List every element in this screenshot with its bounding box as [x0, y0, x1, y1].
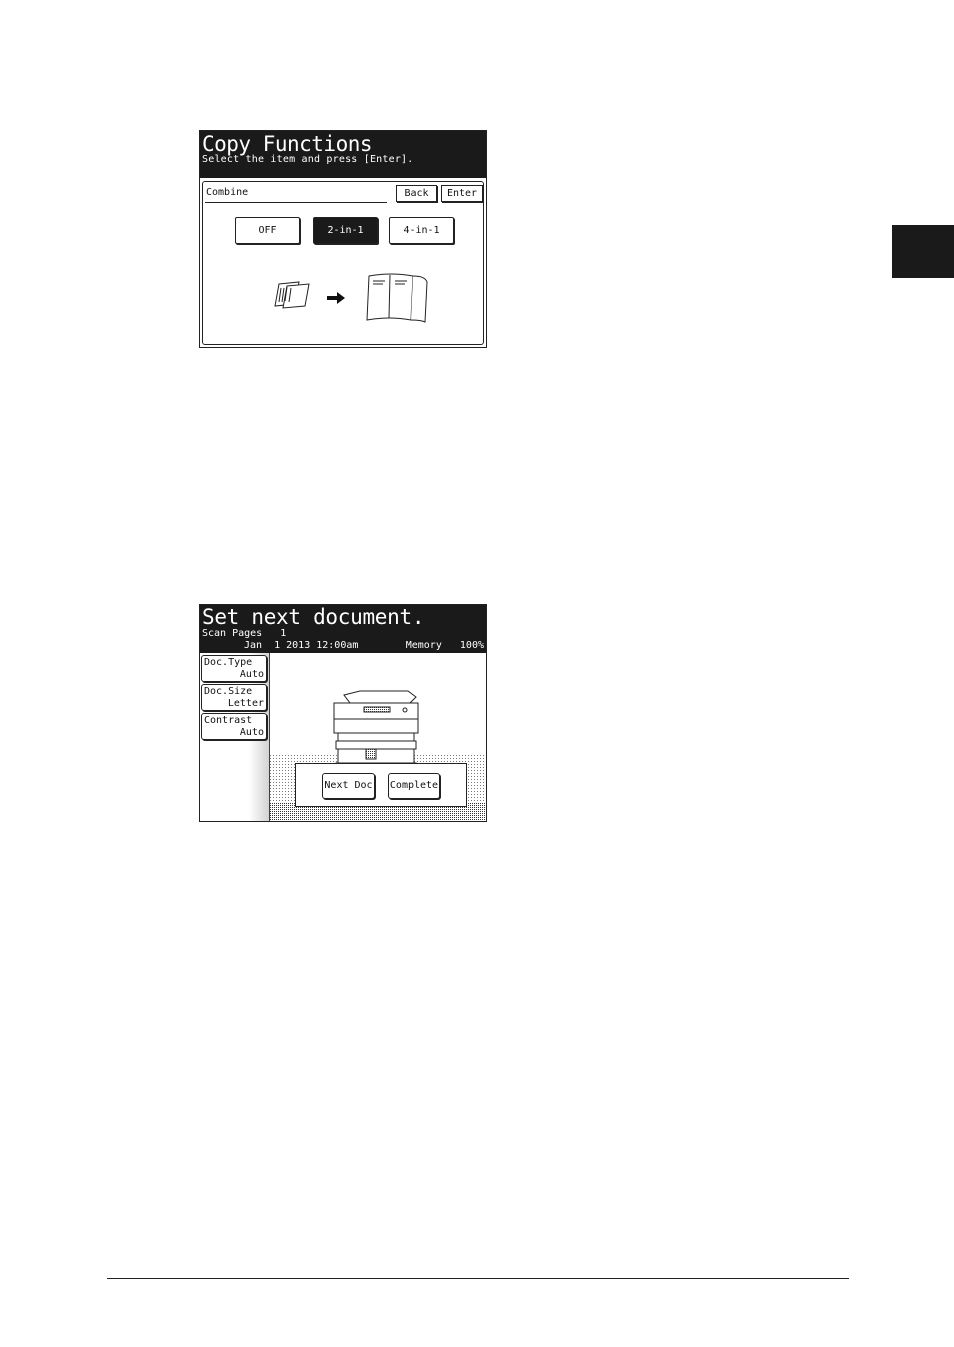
settings-sidebar: Doc.Type Auto Doc.Size Letter Contrast A…: [200, 653, 270, 821]
contrast-label: Contrast: [204, 715, 253, 726]
scan-pages-line: Scan Pages 1: [202, 628, 286, 640]
chapter-tab: [892, 225, 954, 278]
memory-value: 100%: [459, 640, 484, 651]
doc-size-label: Doc.Size: [204, 686, 253, 697]
screen-instruction: Select the item and press [Enter].: [202, 154, 414, 165]
contrast-button[interactable]: Contrast Auto: [201, 713, 267, 740]
contrast-value: Auto: [239, 727, 264, 738]
next-doc-button[interactable]: Next Doc: [322, 773, 375, 799]
combine-illustration: [274, 273, 428, 323]
copy-functions-screen: Copy Functions Select the item and press…: [199, 130, 487, 348]
field-underline: [205, 202, 387, 203]
next-doc-dialog: Next Doc Complete: [295, 763, 467, 807]
screen-header: Copy Functions Select the item and press…: [200, 131, 486, 178]
datetime-text: Jan 1 2013 12:00am: [244, 640, 359, 651]
screen-header: Set next document. Scan Pages 1 Jan 1 20…: [200, 605, 486, 653]
option-off-button[interactable]: OFF: [235, 217, 300, 244]
doc-type-value: Auto: [239, 669, 264, 680]
doc-type-button[interactable]: Doc.Type Auto: [201, 655, 267, 682]
scan-pages-label: Scan Pages: [202, 628, 263, 639]
doc-size-button[interactable]: Doc.Size Letter: [201, 684, 267, 711]
back-button[interactable]: Back: [396, 185, 437, 202]
arrow-icon: [327, 292, 345, 304]
doc-type-label: Doc.Type: [204, 657, 253, 668]
set-next-document-screen: Set next document. Scan Pages 1 Jan 1 20…: [199, 604, 487, 822]
option-2in1-button[interactable]: 2-in-1: [313, 217, 378, 244]
scan-pages-value: 1: [280, 628, 287, 639]
combine-panel: Combine Back Enter OFF 2-in-1 4-in-1: [202, 181, 484, 345]
doc-size-value: Letter: [227, 698, 264, 709]
original-pages-icon: [274, 281, 310, 309]
memory-label: Memory: [405, 640, 442, 651]
option-4in1-button[interactable]: 4-in-1: [389, 217, 454, 244]
screen-title: Set next document.: [202, 605, 425, 629]
complete-button[interactable]: Complete: [388, 773, 440, 799]
combined-page-icon: [366, 273, 428, 323]
memory-status: Memory 100%: [406, 640, 484, 652]
combine-field-label: Combine: [206, 187, 249, 198]
page-footer-rule: [107, 1278, 849, 1279]
enter-button[interactable]: Enter: [441, 185, 483, 202]
